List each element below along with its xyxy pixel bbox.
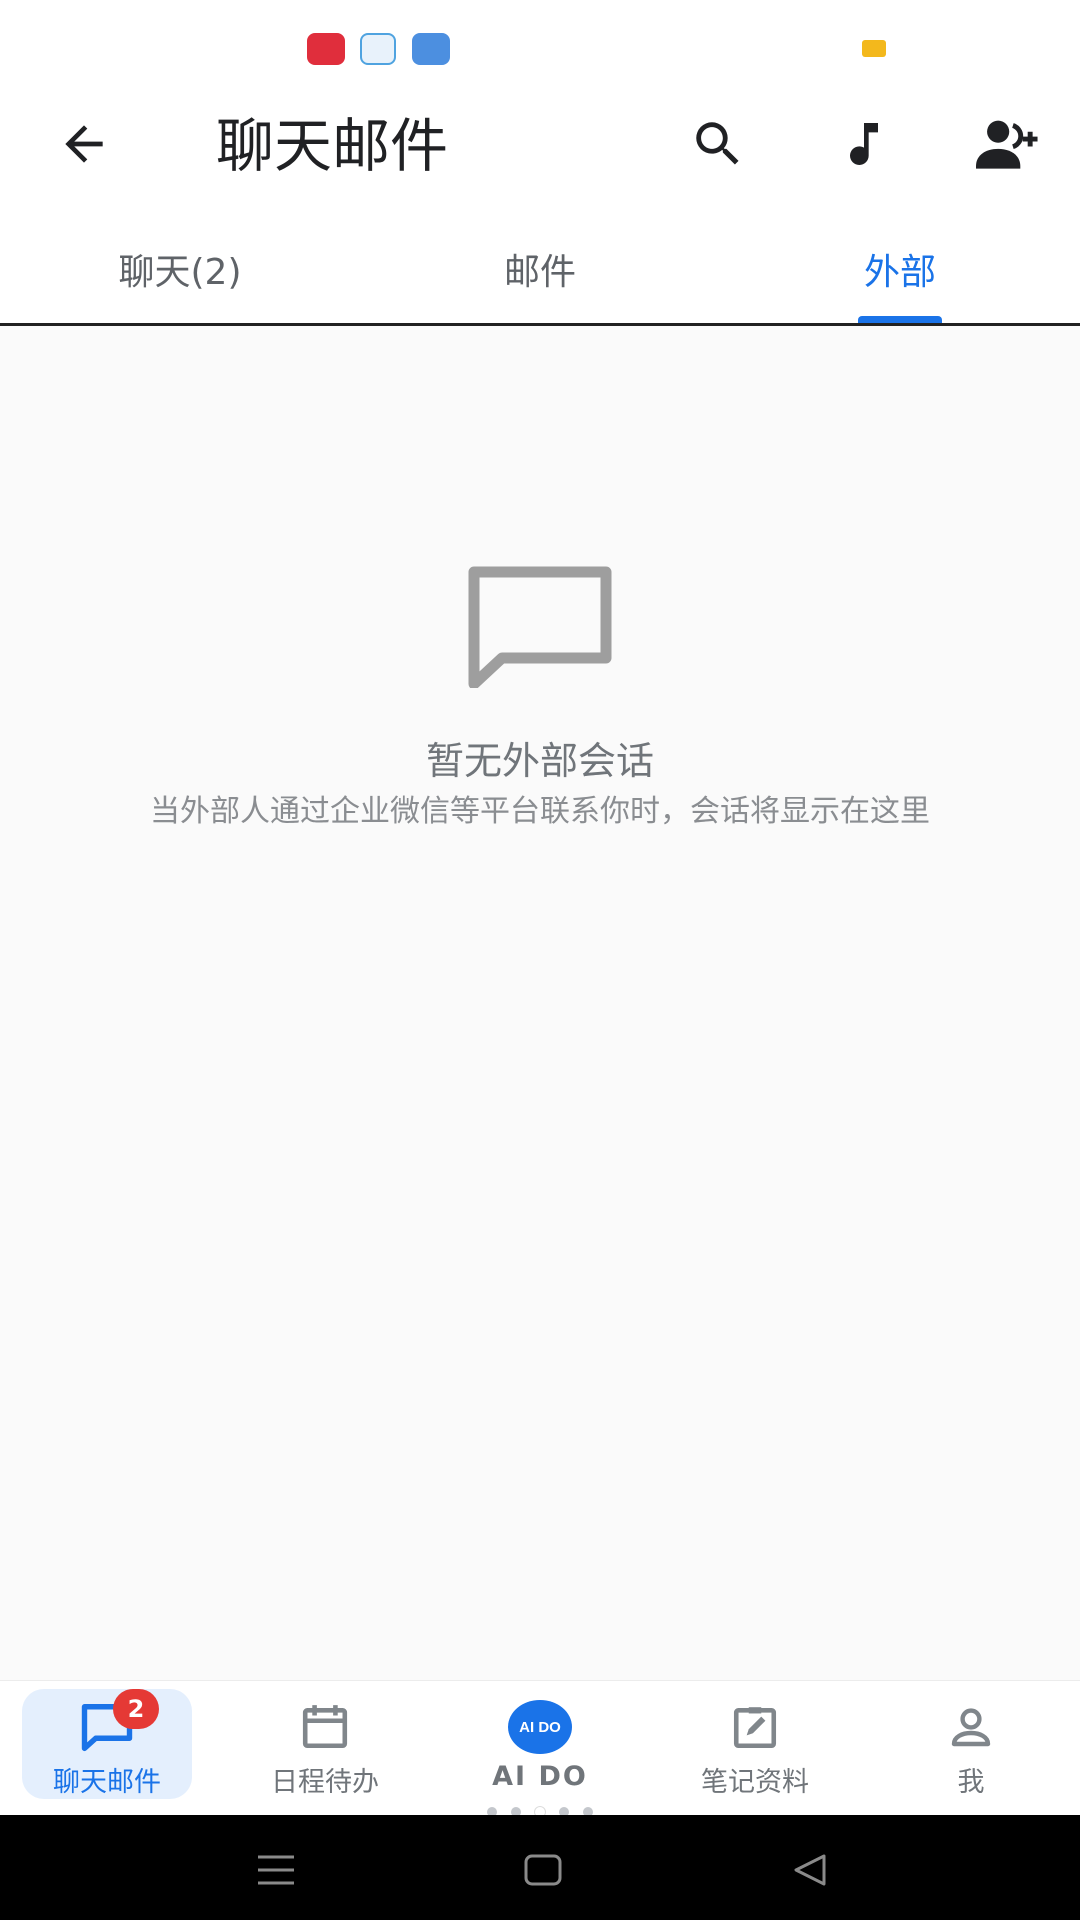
notification-indicator-icon (862, 40, 886, 57)
home-square-icon (524, 1854, 562, 1886)
nav-chat-mail[interactable]: 2 聊天邮件 (22, 1689, 192, 1799)
chat-bubble-icon (468, 566, 612, 688)
nav-ai-do[interactable]: AI DO AI DO (455, 1689, 625, 1799)
person-add-icon (976, 120, 1038, 169)
clipboard-edit-icon (723, 1695, 787, 1758)
nav-label: 日程待办 (271, 1767, 379, 1798)
ai-do-icon: AI DO (508, 1695, 572, 1759)
menu-button[interactable] (246, 1845, 306, 1895)
person-icon (939, 1695, 1003, 1758)
empty-state-description: 当外部人通过企业微信等平台联系你时，会话将显示在这里 (150, 794, 930, 829)
tab-external[interactable]: 外部 (720, 215, 1080, 323)
arrow-left-icon (65, 125, 103, 163)
active-tab-indicator (858, 316, 942, 323)
calendar-icon (293, 1695, 357, 1758)
nav-label: 笔记资料 (701, 1767, 809, 1798)
back-button[interactable] (42, 102, 126, 186)
xiaohongshu-app-icon (307, 33, 345, 65)
weather-app-icon (412, 33, 450, 65)
unread-badge: 2 (113, 1689, 159, 1729)
nav-label: AI DO (492, 1761, 588, 1792)
nav-label: 我 (957, 1767, 985, 1798)
music-button[interactable] (822, 102, 906, 186)
nav-notes[interactable]: 笔记资料 (670, 1689, 840, 1799)
system-navigation-bar (0, 1815, 1080, 1920)
page-title: 聊天邮件 (216, 112, 449, 180)
home-button[interactable] (513, 1845, 573, 1895)
tab-mail[interactable]: 邮件 (360, 215, 720, 323)
empty-state-title: 暂无外部会话 (425, 739, 654, 783)
browser-app-icon (360, 33, 396, 65)
back-triangle-icon (794, 1854, 826, 1886)
menu-icon (258, 1855, 294, 1885)
chat-icon: 2 (75, 1689, 159, 1758)
back-system-button[interactable] (780, 1845, 840, 1895)
status-bar (0, 0, 1080, 100)
tab-bar: 聊天(2) 邮件 外部 (0, 215, 1080, 326)
add-contact-button[interactable] (966, 102, 1050, 186)
search-button[interactable] (676, 102, 760, 186)
tab-chat[interactable]: 聊天(2) (0, 215, 360, 323)
bottom-navigation: 2 聊天邮件 日程待办 AI DO AI DO 笔记资料 我 (0, 1680, 1080, 1816)
nav-schedule[interactable]: 日程待办 (240, 1689, 410, 1799)
nav-label: 聊天邮件 (53, 1767, 161, 1798)
music-note-icon (850, 123, 878, 165)
search-icon (696, 122, 739, 165)
nav-me[interactable]: 我 (886, 1689, 1056, 1799)
